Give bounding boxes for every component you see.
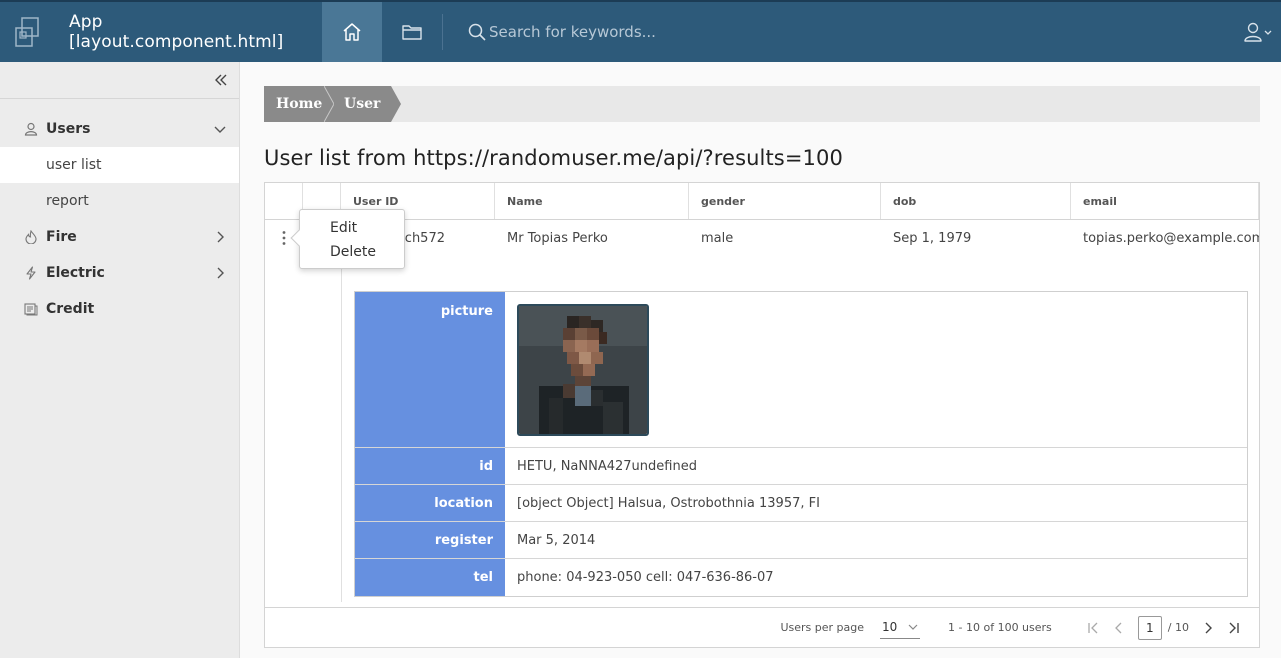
cell-email: topias.perko@example.com — [1083, 230, 1259, 246]
main-content: Home User User list from https://randomu… — [264, 62, 1260, 174]
row-detail-panel: picture id HETU, NaNNA427undefined locat… — [341, 256, 1260, 602]
first-page-button[interactable] — [1080, 615, 1106, 641]
menu-item-delete[interactable]: Delete — [300, 240, 404, 264]
sidebar-group-credit[interactable]: Credit — [0, 291, 239, 327]
detail-value: phone: 04-923-050 cell: 047-636-86-07 — [517, 570, 774, 585]
app-title: App [layout.component.html] — [69, 12, 284, 52]
sidebar-item-report[interactable]: report — [0, 183, 239, 219]
sidebar-group-users[interactable]: Users — [0, 111, 239, 147]
search-icon — [468, 23, 486, 41]
per-page-select[interactable]: 10 — [880, 617, 921, 639]
cell-name: Mr Topias Perko — [507, 230, 608, 246]
header-divider — [442, 14, 443, 50]
detail-key: register — [355, 522, 505, 558]
chevron-right-icon — [217, 231, 224, 243]
detail-row-id: id HETU, NaNNA427undefined — [355, 448, 1247, 485]
column-header-email[interactable]: email — [1071, 183, 1259, 219]
last-page-icon — [1229, 622, 1239, 633]
home-nav-button[interactable] — [322, 2, 382, 62]
detail-row-picture: picture — [355, 292, 1247, 448]
prev-page-button[interactable] — [1106, 615, 1132, 641]
column-header-dob[interactable]: dob — [881, 183, 1071, 219]
header-cell-menu — [265, 183, 303, 219]
menu-item-edit[interactable]: Edit — [300, 216, 404, 240]
detail-key: picture — [355, 292, 505, 447]
collapse-sidebar-icon[interactable] — [213, 73, 229, 87]
cell-gender: male — [701, 230, 734, 246]
detail-value — [505, 292, 1247, 447]
column-header-gender[interactable]: gender — [689, 183, 881, 219]
app-logo-icon[interactable] — [0, 2, 54, 62]
sidebar-group-label: Electric — [46, 265, 105, 281]
sidebar-collapse-row — [0, 62, 239, 99]
sidebar-group-label: Users — [46, 121, 91, 137]
next-page-button[interactable] — [1195, 615, 1221, 641]
last-page-button[interactable] — [1221, 615, 1247, 641]
home-icon — [343, 23, 361, 41]
user-menu-button[interactable] — [1235, 2, 1281, 62]
page-title: User list from https://randomuser.me/api… — [264, 146, 843, 170]
first-page-icon — [1088, 622, 1098, 633]
breadcrumb-home[interactable]: Home — [264, 86, 324, 122]
breadcrumb-separator — [324, 86, 334, 122]
user-account-icon — [1244, 22, 1272, 42]
sidebar-group-fire[interactable]: Fire — [0, 219, 239, 255]
chevron-right-icon — [1205, 622, 1212, 633]
chevron-right-icon — [217, 267, 224, 279]
sidebar-group-label: Fire — [46, 229, 77, 245]
chevron-left-icon — [1114, 622, 1122, 633]
total-pages-text: / 10 — [1167, 621, 1189, 634]
app-header: App [layout.component.html] Search for k… — [0, 0, 1281, 62]
chevron-down-icon — [214, 126, 226, 133]
search-bar[interactable]: Search for keywords... — [467, 22, 1235, 42]
column-header-name[interactable]: Name — [495, 183, 689, 219]
credit-icon — [24, 302, 40, 316]
user-avatar — [517, 304, 649, 436]
fire-icon — [24, 230, 40, 244]
sidebar-group-electric[interactable]: Electric — [0, 255, 239, 291]
detail-key: id — [355, 448, 505, 484]
detail-key: location — [355, 485, 505, 521]
folder-nav-button[interactable] — [382, 2, 442, 62]
user-grid: User ID Name gender dob email ch572 Mr T… — [264, 182, 1260, 648]
detail-row-location: location [object Object] Halsua, Ostrobo… — [355, 485, 1247, 522]
grid-header: User ID Name gender dob email — [265, 183, 1259, 220]
breadcrumb: Home User — [264, 86, 1260, 122]
user-icon — [24, 122, 40, 136]
pager: Users per page 10 1 - 10 of 100 users 1 … — [265, 607, 1259, 647]
sidebar-item-user-list[interactable]: user list — [0, 147, 239, 183]
detail-table: picture id HETU, NaNNA427undefined locat… — [354, 291, 1248, 597]
sidebar: Users user list report Fire Electric Cre… — [0, 62, 240, 658]
cell-dob: Sep 1, 1979 — [893, 230, 972, 246]
breadcrumb-separator — [391, 86, 401, 122]
page-range-text: 1 - 10 of 100 users — [948, 621, 1052, 634]
detail-row-register: register Mar 5, 2014 — [355, 522, 1247, 559]
search-input[interactable]: Search for keywords... — [489, 23, 656, 41]
per-page-value: 10 — [882, 620, 898, 634]
table-row[interactable]: ch572 Mr Topias Perko male Sep 1, 1979 t… — [265, 220, 1259, 256]
breadcrumb-user[interactable]: User — [324, 86, 391, 122]
detail-key: tel — [355, 559, 505, 596]
chevron-down-icon — [908, 624, 918, 630]
detail-value: [object Object] Halsua, Ostrobothnia 139… — [517, 495, 820, 511]
sidebar-group-label: Credit — [46, 301, 95, 317]
page-number-input[interactable]: 1 — [1137, 615, 1162, 640]
per-page-label: Users per page — [780, 621, 865, 634]
detail-value: HETU, NaNNA427undefined — [517, 458, 697, 474]
bolt-icon — [24, 266, 40, 280]
detail-row-tel: tel phone: 04-923-050 cell: 047-636-86-0… — [355, 559, 1247, 596]
row-context-menu: Edit Delete — [290, 209, 405, 269]
folder-icon — [402, 25, 422, 40]
detail-value: Mar 5, 2014 — [517, 532, 596, 548]
more-vertical-icon — [282, 231, 286, 245]
